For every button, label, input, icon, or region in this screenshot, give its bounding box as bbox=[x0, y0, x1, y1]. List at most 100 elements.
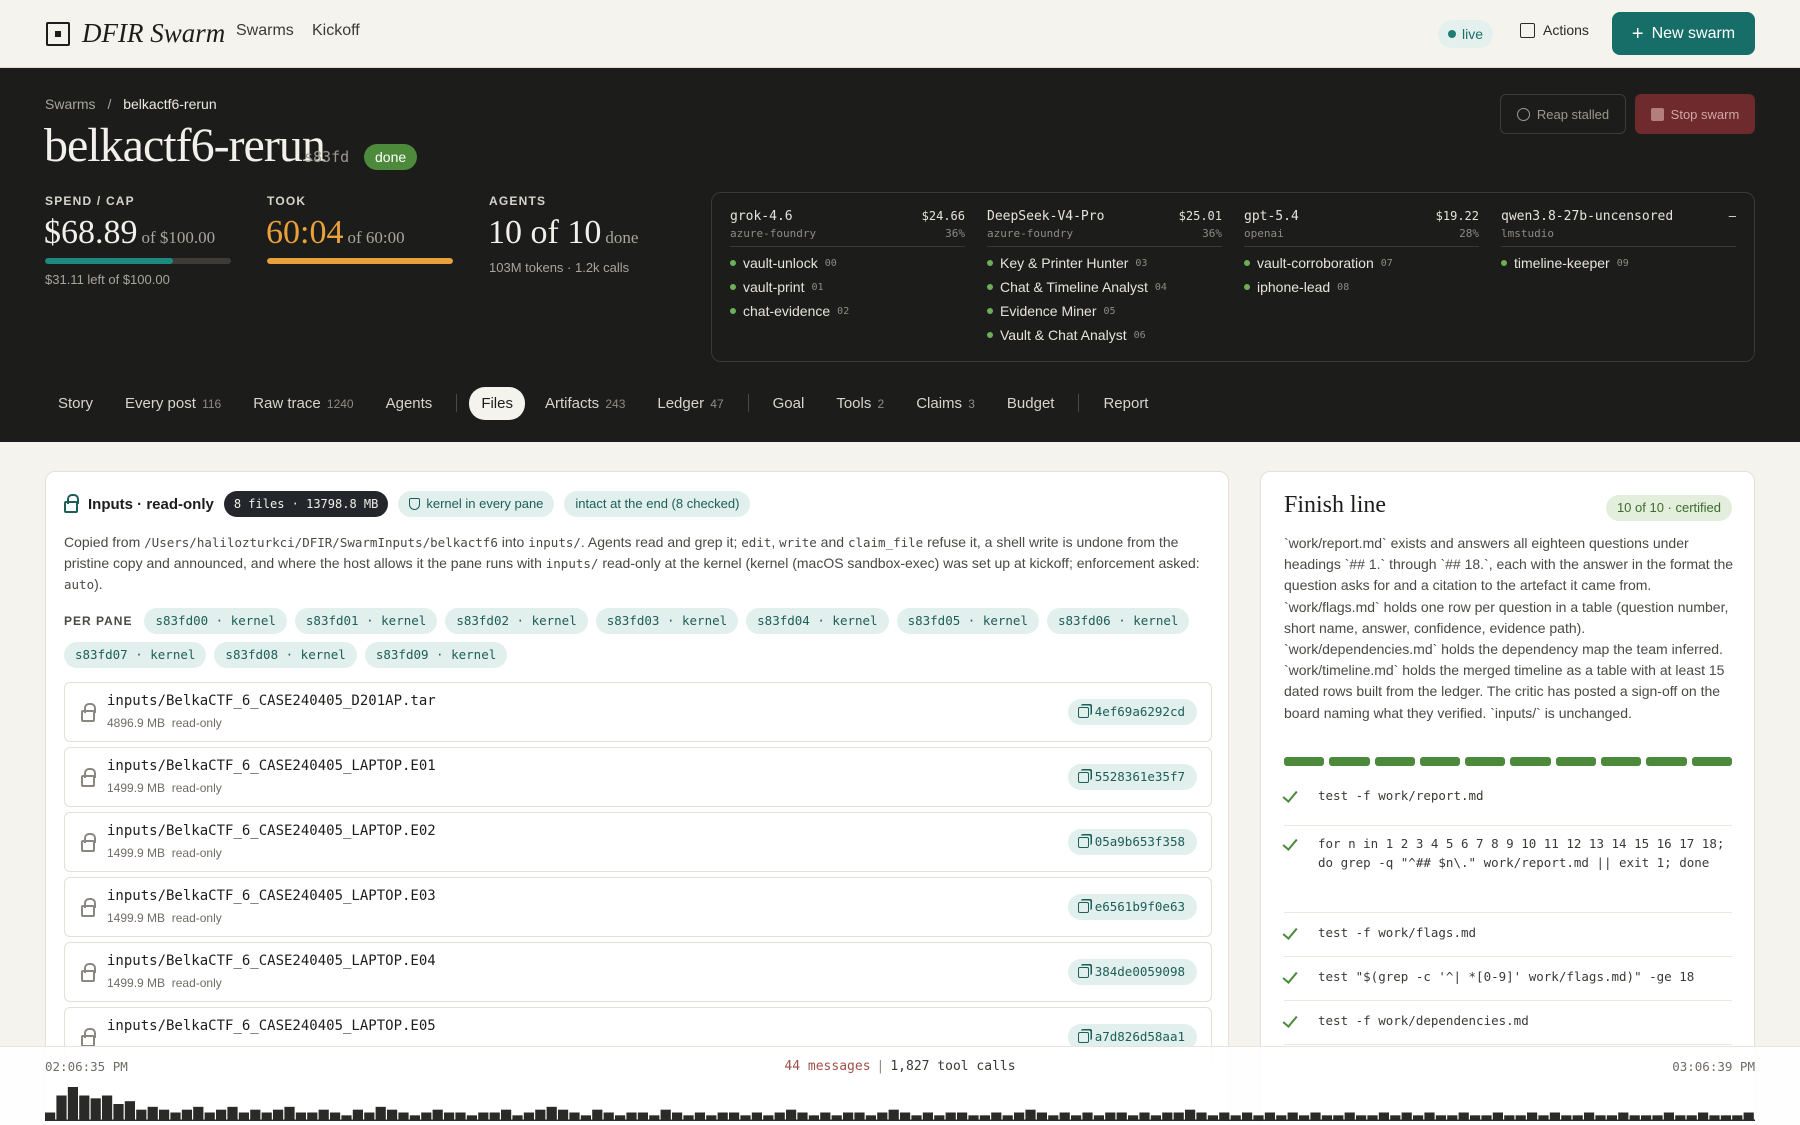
agent-number: 02 bbox=[837, 305, 850, 317]
tab-divider bbox=[456, 394, 458, 412]
tab-label: Goal bbox=[772, 394, 805, 412]
source-path: /Users/halilozturkci/DFIR/SwarmInputs/be… bbox=[144, 535, 498, 550]
copy-hash-button[interactable]: 5528361e35f7 bbox=[1067, 764, 1197, 790]
pane-chip[interactable]: s83fd05 · kernel bbox=[896, 608, 1039, 634]
agent-number: 03 bbox=[1135, 257, 1148, 269]
tab-divider bbox=[747, 394, 749, 412]
copy-hash-button[interactable]: 4ef69a6292cd bbox=[1067, 699, 1197, 725]
copy-hash-button[interactable]: 05a9b653f358 bbox=[1067, 829, 1197, 855]
actions-button[interactable]: Actions bbox=[1520, 22, 1589, 38]
model-provider: openai bbox=[1244, 227, 1284, 240]
agent-name: vault-unlock bbox=[743, 255, 818, 271]
tab-artifacts[interactable]: Artifacts 243 bbox=[533, 387, 637, 420]
agent-item[interactable]: vault-print 01 bbox=[730, 279, 965, 295]
tab-ledger[interactable]: Ledger 47 bbox=[645, 387, 735, 420]
agent-status-dot bbox=[987, 308, 993, 314]
file-row[interactable]: inputs/BelkaCTF_6_CASE240405_LAPTOP.E02 … bbox=[64, 812, 1212, 872]
took-progress-fill bbox=[267, 258, 453, 264]
check-command: test "$(grep -c '^| *[0-9]' work/flags.m… bbox=[1318, 969, 1695, 984]
pane-chip[interactable]: s83fd04 · kernel bbox=[746, 608, 889, 634]
completion-segment bbox=[1601, 757, 1642, 766]
check-item: for n in 1 2 3 4 5 6 7 8 9 10 11 12 13 1… bbox=[1282, 826, 1732, 913]
tab-count: 1240 bbox=[326, 396, 354, 411]
tab-files[interactable]: Files bbox=[469, 386, 525, 420]
tab-budget[interactable]: Budget bbox=[995, 387, 1067, 420]
stop-swarm-button[interactable]: Stop swarm bbox=[1635, 94, 1755, 134]
breadcrumb-current: belkactf6-rerun bbox=[123, 96, 217, 112]
inputs-panel: Inputs · read-only 8 files · 13798.8 MB … bbox=[45, 471, 1229, 1125]
pane-chip[interactable]: s83fd01 · kernel bbox=[294, 608, 438, 634]
nav-swarms[interactable]: Swarms bbox=[236, 22, 294, 40]
pane-chip[interactable]: s83fd06 · kernel bbox=[1047, 608, 1190, 634]
agent-name: iphone-lead bbox=[1257, 279, 1331, 295]
activity-bar bbox=[352, 1109, 363, 1121]
check-command: for n in 1 2 3 4 5 6 7 8 9 10 11 12 13 1… bbox=[1318, 836, 1725, 870]
tab-label: Report bbox=[1103, 394, 1149, 412]
model-share: 28% bbox=[1459, 227, 1479, 240]
pane-chip[interactable]: s83fd07 · kernel bbox=[64, 642, 207, 668]
nav-kickoff[interactable]: Kickoff bbox=[312, 22, 360, 40]
agent-item[interactable]: Evidence Miner 05 bbox=[987, 303, 1222, 319]
copy-icon bbox=[1077, 706, 1089, 718]
activity-bar bbox=[387, 1109, 398, 1121]
agent-number: 08 bbox=[1337, 281, 1350, 293]
pane-chip[interactable]: s83fd08 · kernel bbox=[214, 642, 357, 668]
agent-item[interactable]: chat-evidence 02 bbox=[730, 303, 965, 319]
copy-hash-button[interactable]: e6561b9f0e63 bbox=[1067, 894, 1197, 920]
tab-story[interactable]: Story bbox=[46, 387, 105, 420]
activity-bar bbox=[250, 1109, 261, 1121]
tab-claims[interactable]: Claims 3 bbox=[904, 387, 987, 420]
file-row[interactable]: inputs/BelkaCTF_6_CASE240405_LAPTOP.E01 … bbox=[64, 747, 1212, 807]
reap-label: Reap stalled bbox=[1536, 106, 1610, 122]
took-progress bbox=[267, 258, 453, 264]
tab-tools[interactable]: Tools 2 bbox=[824, 387, 896, 420]
agent-item[interactable]: iphone-lead 08 bbox=[1244, 279, 1479, 295]
file-mode: read-only bbox=[171, 976, 222, 990]
completion-segment bbox=[1284, 757, 1325, 766]
file-row[interactable]: inputs/BelkaCTF_6_CASE240405_LAPTOP.E04 … bbox=[64, 942, 1212, 1002]
agent-status-dot bbox=[730, 308, 736, 314]
agent-status-dot bbox=[1501, 260, 1507, 266]
new-swarm-button[interactable]: + New swarm bbox=[1612, 12, 1755, 55]
model-column: DeepSeek-V4-Pro $25.01 azure-foundry 36% K… bbox=[987, 209, 1222, 343]
tab-goal[interactable]: Goal bbox=[761, 387, 817, 420]
check-icon bbox=[1282, 787, 1298, 803]
model-name: DeepSeek-V4-Pro bbox=[987, 209, 1105, 224]
breadcrumb-root[interactable]: Swarms bbox=[45, 96, 96, 112]
agent-item[interactable]: vault-corroboration 07 bbox=[1244, 255, 1479, 271]
agents-value: 10 of 10 done bbox=[488, 214, 638, 252]
inputs-description: Copied from /Users/halilozturkci/DFIR/Sw… bbox=[64, 532, 1214, 595]
model-column: qwen3.8-27b-uncensored – lmstudio timelin… bbox=[1501, 209, 1736, 271]
tab-report[interactable]: Report bbox=[1091, 387, 1160, 420]
copy-hash-button[interactable]: 384de0059098 bbox=[1067, 959, 1197, 985]
pane-chip[interactable]: s83fd03 · kernel bbox=[595, 608, 739, 634]
file-size: 4896.9 MB bbox=[107, 716, 166, 730]
tab-agents[interactable]: Agents bbox=[374, 387, 445, 420]
agent-number: 00 bbox=[824, 257, 837, 269]
tab-every-post[interactable]: Every post 116 bbox=[113, 387, 233, 420]
activity-bar bbox=[273, 1109, 284, 1121]
agent-name: Evidence Miner bbox=[1000, 303, 1097, 319]
code-auto: auto bbox=[64, 577, 95, 592]
file-name: inputs/BelkaCTF_6_CASE240405_D201AP.tar bbox=[107, 693, 436, 709]
desc-text: Copied from bbox=[64, 534, 145, 550]
pane-chip[interactable]: s83fd00 · kernel bbox=[144, 608, 287, 634]
agent-item[interactable]: Vault & Chat Analyst 06 bbox=[987, 327, 1222, 343]
check-command: test -f work/flags.md bbox=[1318, 925, 1477, 940]
pane-chip[interactable]: s83fd09 · kernel bbox=[364, 642, 508, 668]
agent-item[interactable]: timeline-keeper 09 bbox=[1501, 255, 1736, 271]
desc-text: . Agents read and grep it; bbox=[580, 534, 742, 550]
reap-stalled-button[interactable]: Reap stalled bbox=[1500, 94, 1626, 134]
tab-raw-trace[interactable]: Raw trace 1240 bbox=[241, 387, 365, 420]
pane-chip[interactable]: s83fd02 · kernel bbox=[445, 608, 588, 634]
agent-item[interactable]: Chat & Timeline Analyst 04 bbox=[987, 279, 1222, 295]
file-mode: read-only bbox=[171, 781, 222, 795]
file-row[interactable]: inputs/BelkaCTF_6_CASE240405_D201AP.tar … bbox=[64, 682, 1212, 742]
activity-timeline[interactable]: 02:06:35 PM 44 messages | 1,827 tool calls… bbox=[0, 1046, 1800, 1125]
agent-item[interactable]: Key & Printer Hunter 03 bbox=[987, 255, 1222, 271]
agent-item[interactable]: vault-unlock 00 bbox=[730, 255, 965, 271]
file-row[interactable]: inputs/BelkaCTF_6_CASE240405_LAPTOP.E03 … bbox=[64, 877, 1212, 937]
completion-segment bbox=[1510, 757, 1551, 766]
copy-icon bbox=[1077, 1031, 1089, 1043]
app-logo[interactable]: DFIR Swarm bbox=[46, 18, 225, 49]
